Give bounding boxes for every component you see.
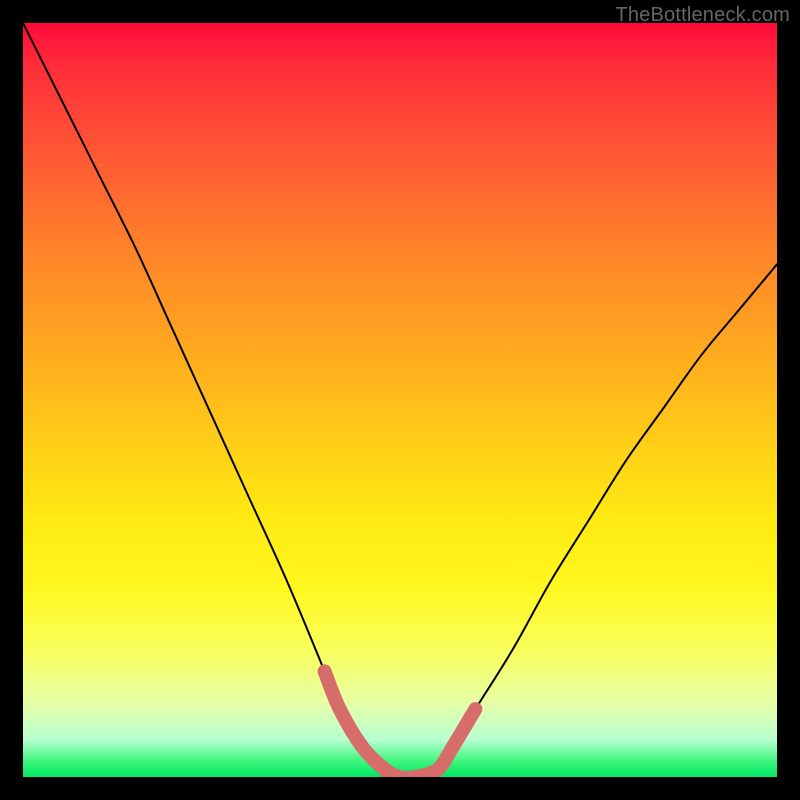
chart-frame: TheBottleneck.com — [0, 0, 800, 800]
watermark-text: TheBottleneck.com — [615, 4, 790, 27]
plot-area — [23, 23, 777, 777]
chart-svg — [23, 23, 777, 777]
bottleneck-curve-path — [23, 23, 777, 777]
highlight-segment-path — [325, 671, 476, 777]
